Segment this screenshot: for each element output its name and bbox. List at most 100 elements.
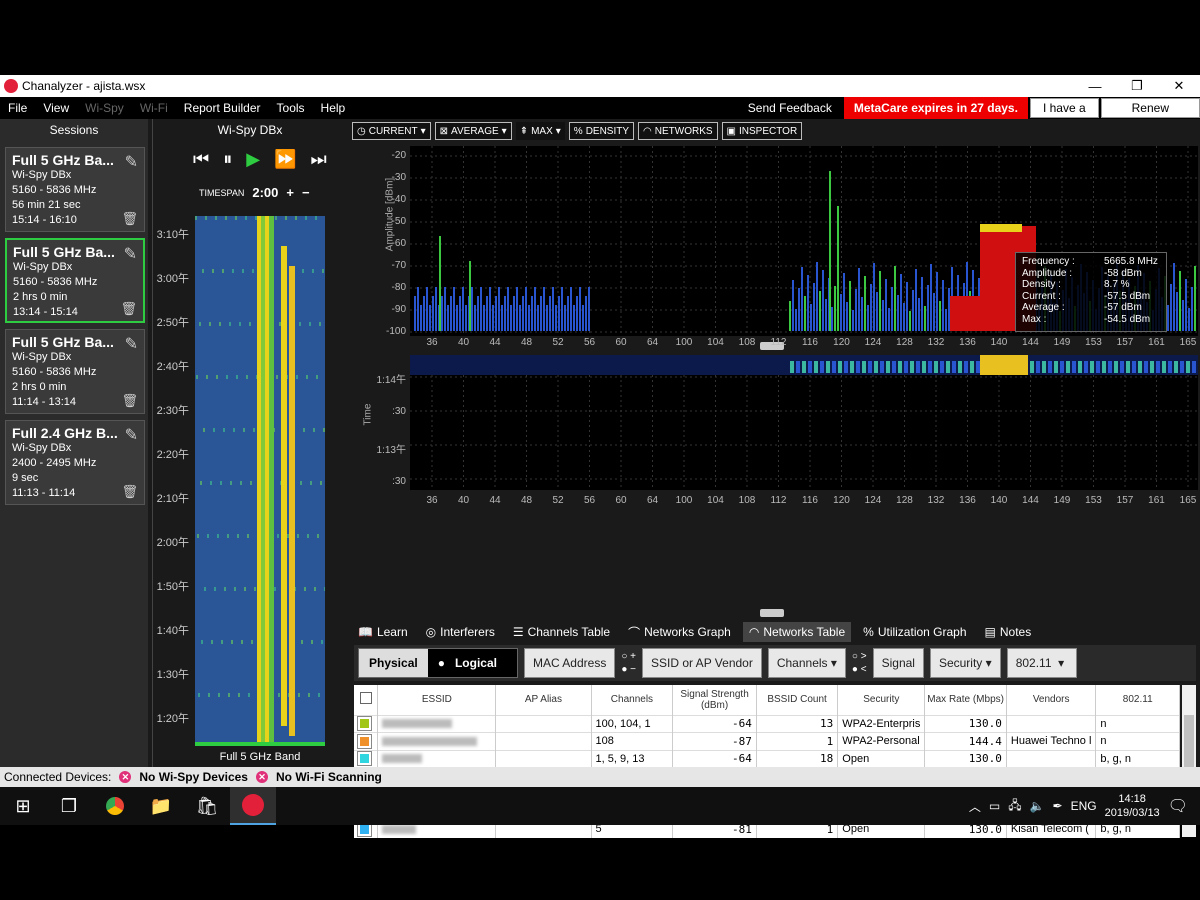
session-card[interactable]: Full 5 GHz Ba... Wi-Spy DBx 5160 - 5836 … bbox=[5, 329, 145, 414]
spectrum-x-tick: 149 bbox=[1053, 337, 1071, 348]
network-icon[interactable]: 🖧 bbox=[1008, 796, 1021, 817]
pen-icon[interactable]: ✒ bbox=[1053, 799, 1063, 813]
col-80211[interactable]: 802.11 bbox=[1095, 685, 1180, 715]
ssid-vendor-filter[interactable]: SSID or AP Vendor bbox=[642, 648, 762, 678]
table-row[interactable]: 108 -87 1 WPA2-Personal 144.4 Huawei Techno l… bbox=[354, 732, 1180, 750]
sessions-panel: Sessions Full 5 GHz Ba... Wi-Spy DBx 516… bbox=[0, 119, 148, 775]
menu-wispy[interactable]: Wi-Spy bbox=[77, 101, 132, 115]
current-toggle[interactable]: ◷ CURRENT ▾ bbox=[352, 122, 431, 140]
col-channels[interactable]: Channels bbox=[591, 685, 674, 715]
edit-pencil-icon[interactable]: ✎ bbox=[125, 425, 138, 445]
col-signal-strength[interactable]: Signal Strength (dBm) bbox=[672, 685, 757, 715]
tab-channels-table[interactable]: ☰ Channels Table bbox=[507, 622, 616, 642]
average-toggle[interactable]: ⊠ AVERAGE ▾ bbox=[434, 122, 512, 140]
send-feedback-link[interactable]: Send Feedback bbox=[748, 101, 832, 115]
menu-help[interactable]: Help bbox=[313, 101, 354, 115]
session-card[interactable]: Full 2.4 GHz B... Wi-Spy DBx 2400 - 2495… bbox=[5, 420, 145, 505]
notifications-icon[interactable]: 🗨 bbox=[1168, 796, 1188, 816]
clock[interactable]: 14:18 2019/03/13 bbox=[1105, 792, 1160, 820]
row-color-checkbox[interactable] bbox=[354, 749, 379, 768]
connected-devices-label: Connected Devices: bbox=[4, 770, 112, 784]
skip-back-icon[interactable]: ⏮ bbox=[193, 149, 209, 170]
channels-dropdown[interactable]: Channels ▾ bbox=[767, 648, 846, 678]
mac-address-filter[interactable]: MAC Address bbox=[523, 648, 616, 678]
tab-networks-table[interactable]: ◠ Networks Table bbox=[742, 622, 852, 642]
table-row[interactable]: 100, 104, 1 -64 13 WPA2-Enterpris 130.0 n bbox=[354, 714, 1180, 733]
chanalyzer-taskbar-icon[interactable] bbox=[230, 787, 276, 825]
volume-icon[interactable]: 🔈 bbox=[1030, 799, 1045, 813]
trash-icon[interactable]: 🗑 bbox=[121, 393, 138, 409]
edit-pencil-icon[interactable]: ✎ bbox=[125, 152, 138, 172]
trash-icon[interactable]: 🗑 bbox=[121, 211, 138, 227]
task-view-icon[interactable]: ❐ bbox=[46, 787, 92, 825]
time-x-tick: 104 bbox=[707, 495, 724, 506]
tab-networks-graph[interactable]: ⌒ Networks Graph bbox=[622, 621, 737, 644]
timespan-minus-button[interactable]: − bbox=[302, 185, 310, 200]
tab-learn[interactable]: 📖 Learn bbox=[352, 622, 414, 642]
menu-report-builder[interactable]: Report Builder bbox=[176, 101, 269, 115]
spectrum-x-tick: 153 bbox=[1085, 337, 1102, 348]
table-row[interactable]: 1, 5, 9, 13 -64 18 Open 130.0 b, g, n bbox=[354, 749, 1180, 768]
time-chart[interactable] bbox=[410, 355, 1198, 514]
col-max-rate[interactable]: Max Rate (Mbps) bbox=[924, 685, 1007, 715]
chrome-icon[interactable] bbox=[92, 787, 138, 825]
menu-tools[interactable]: Tools bbox=[269, 101, 313, 115]
pause-icon[interactable]: ⏸ bbox=[223, 149, 232, 170]
graph-icon: ⌒ bbox=[628, 625, 641, 640]
fast-forward-icon[interactable]: ⏩ bbox=[274, 149, 296, 170]
tab-interferers[interactable]: ◎ Interferers bbox=[420, 622, 501, 642]
tab-notes[interactable]: ▤ Notes bbox=[979, 622, 1038, 642]
waterfall-view[interactable] bbox=[195, 216, 325, 746]
language-indicator[interactable]: ENG bbox=[1071, 799, 1097, 813]
session-card-active[interactable]: Full 5 GHz Ba... Wi-Spy DBx 5160 - 5836 … bbox=[5, 238, 145, 323]
menu-view[interactable]: View bbox=[35, 101, 77, 115]
edit-pencil-icon[interactable]: ✎ bbox=[125, 334, 138, 354]
signal-filter[interactable]: Signal bbox=[872, 648, 924, 678]
renew-button[interactable]: Renew bbox=[1100, 98, 1200, 118]
store-icon[interactable]: 🛍 bbox=[184, 787, 230, 825]
time-x-tick: 161 bbox=[1148, 495, 1165, 506]
col-bssid-count[interactable]: BSSID Count bbox=[756, 685, 839, 715]
row-color-checkbox[interactable] bbox=[354, 714, 379, 733]
max-toggle[interactable]: ⇞ MAX ▾ bbox=[515, 122, 565, 140]
col-essid[interactable]: ESSID bbox=[377, 685, 497, 715]
tab-label: Channels Table bbox=[527, 625, 611, 639]
col-security[interactable]: Security bbox=[837, 685, 926, 715]
edit-pencil-icon[interactable]: ✎ bbox=[124, 244, 137, 264]
menu-file[interactable]: File bbox=[0, 101, 35, 115]
logical-button[interactable]: ● Logical bbox=[427, 649, 517, 677]
security-dropdown[interactable]: Security ▾ bbox=[929, 648, 1001, 678]
standard-dropdown[interactable]: 802.11 ▾ bbox=[1006, 648, 1077, 678]
session-card[interactable]: Full 5 GHz Ba... Wi-Spy DBx 5160 - 5836 … bbox=[5, 147, 145, 232]
signal-compare-radio[interactable]: ○ > ● < bbox=[852, 650, 867, 676]
col-ap-alias[interactable]: AP Alias bbox=[495, 685, 592, 715]
timespan-plus-button[interactable]: + bbox=[286, 185, 294, 200]
session-device: Wi-Spy DBx bbox=[12, 351, 72, 363]
have-a-button[interactable]: I have a bbox=[1029, 98, 1099, 118]
tab-label: Interferers bbox=[440, 625, 495, 639]
trash-icon[interactable]: 🗑 bbox=[121, 484, 138, 500]
maximize-button[interactable]: ❐ bbox=[1116, 75, 1158, 97]
col-vendors[interactable]: Vendors bbox=[1006, 685, 1097, 715]
spectrum-chart[interactable]: Frequency :5665.8 MHz Amplitude : -58 dBm D… bbox=[410, 146, 1198, 336]
play-icon[interactable]: ▶ bbox=[246, 149, 260, 170]
select-all-checkbox[interactable] bbox=[354, 685, 379, 715]
chevron-up-icon[interactable]: ︿ bbox=[969, 798, 981, 815]
file-explorer-icon[interactable]: 📁 bbox=[138, 787, 184, 825]
skip-end-icon[interactable]: ⏭ bbox=[310, 149, 326, 170]
tab-utilization-graph[interactable]: % Utilization Graph bbox=[857, 622, 972, 642]
sort-radio[interactable]: ○ + ● − bbox=[621, 650, 636, 676]
battery-icon[interactable]: ▭ bbox=[989, 799, 1000, 813]
density-toggle[interactable]: % DENSITY bbox=[568, 122, 635, 140]
inspector-row: Current : -57.5 dBm bbox=[1022, 291, 1160, 303]
inspector-toggle[interactable]: ▣ INSPECTOR bbox=[721, 122, 803, 140]
close-button[interactable]: ✕ bbox=[1158, 75, 1200, 97]
minimize-button[interactable]: — bbox=[1074, 75, 1116, 97]
windows-start-icon[interactable]: ⊞ bbox=[0, 787, 46, 825]
menu-wifi[interactable]: Wi-Fi bbox=[132, 101, 176, 115]
splitter-handle[interactable] bbox=[760, 609, 784, 617]
trash-icon[interactable]: 🗑 bbox=[120, 301, 137, 317]
networks-toggle[interactable]: ◠ NETWORKS bbox=[638, 122, 718, 140]
physical-button[interactable]: Physical bbox=[359, 649, 428, 677]
row-color-checkbox[interactable] bbox=[354, 732, 379, 750]
